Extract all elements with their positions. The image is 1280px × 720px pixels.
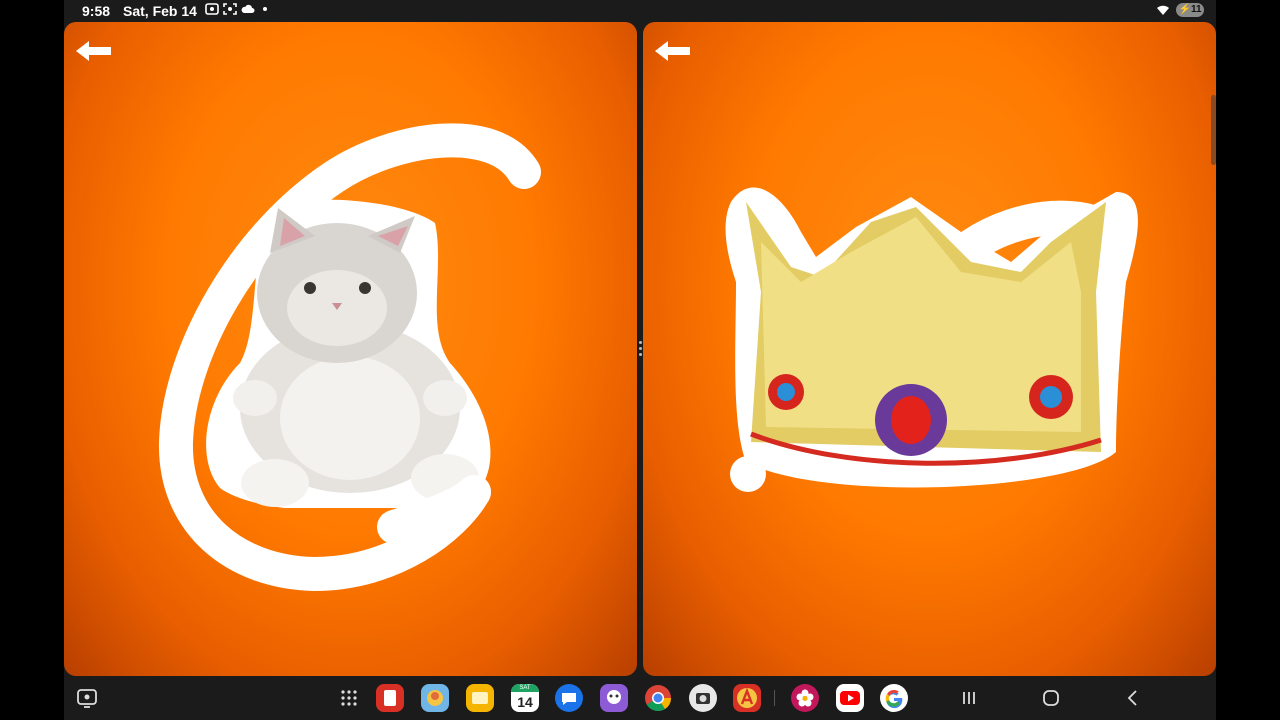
status-date: Sat, Feb 14: [123, 3, 197, 19]
taskbar: SAT 14: [64, 676, 1216, 720]
edge-panel-handle[interactable]: [1211, 95, 1216, 165]
camera-app-icon[interactable]: [689, 684, 717, 712]
taskbar-divider: [774, 690, 775, 706]
battery-icon: ⚡11: [1176, 3, 1204, 17]
device-screen: 9:58 Sat, Feb 14 ⚡11 SAT 14: [64, 0, 1216, 720]
status-system-icons: ⚡11: [1156, 3, 1204, 17]
right-game-pane: [643, 22, 1216, 676]
crown-image: [725, 187, 1138, 488]
status-time: 9:58: [82, 3, 111, 19]
game-app-icon[interactable]: [421, 684, 449, 712]
recent-screenshot-icon[interactable]: [76, 688, 98, 708]
app-drawer-icon[interactable]: [340, 689, 358, 707]
split-screen-handle[interactable]: [639, 338, 642, 362]
home-nav-icon[interactable]: [1040, 688, 1062, 708]
cloud-icon: [241, 4, 255, 13]
wifi-icon: [1157, 5, 1169, 15]
notes-app-icon[interactable]: [466, 684, 494, 712]
calendar-day-label: SAT: [511, 684, 539, 692]
alphabet-app-icon[interactable]: [733, 684, 761, 712]
kids-app-icon[interactable]: [600, 684, 628, 712]
screenshot-icon: [205, 3, 219, 15]
flashcards-app-icon[interactable]: [376, 684, 404, 712]
battery-level: 11: [1190, 4, 1202, 15]
calendar-app-icon[interactable]: SAT 14: [511, 684, 539, 712]
google-app-icon[interactable]: [880, 684, 908, 712]
status-bar: 9:58 Sat, Feb 14 ⚡11: [64, 0, 1216, 22]
recent-apps-nav-icon[interactable]: [958, 688, 980, 708]
screen-record-icon: [223, 3, 237, 15]
messages-app-icon[interactable]: [555, 684, 583, 712]
more-notifications-dot: [263, 7, 267, 11]
photos-app-icon[interactable]: [791, 684, 819, 712]
chrome-app-icon[interactable]: [644, 684, 672, 712]
calendar-day-number: 14: [517, 694, 533, 710]
left-game-pane: [64, 22, 637, 676]
status-notification-icons: [205, 3, 267, 15]
back-nav-icon[interactable]: [1122, 688, 1144, 708]
letter-c-trace-tail: [377, 475, 491, 544]
youtube-app-icon[interactable]: [836, 684, 864, 712]
